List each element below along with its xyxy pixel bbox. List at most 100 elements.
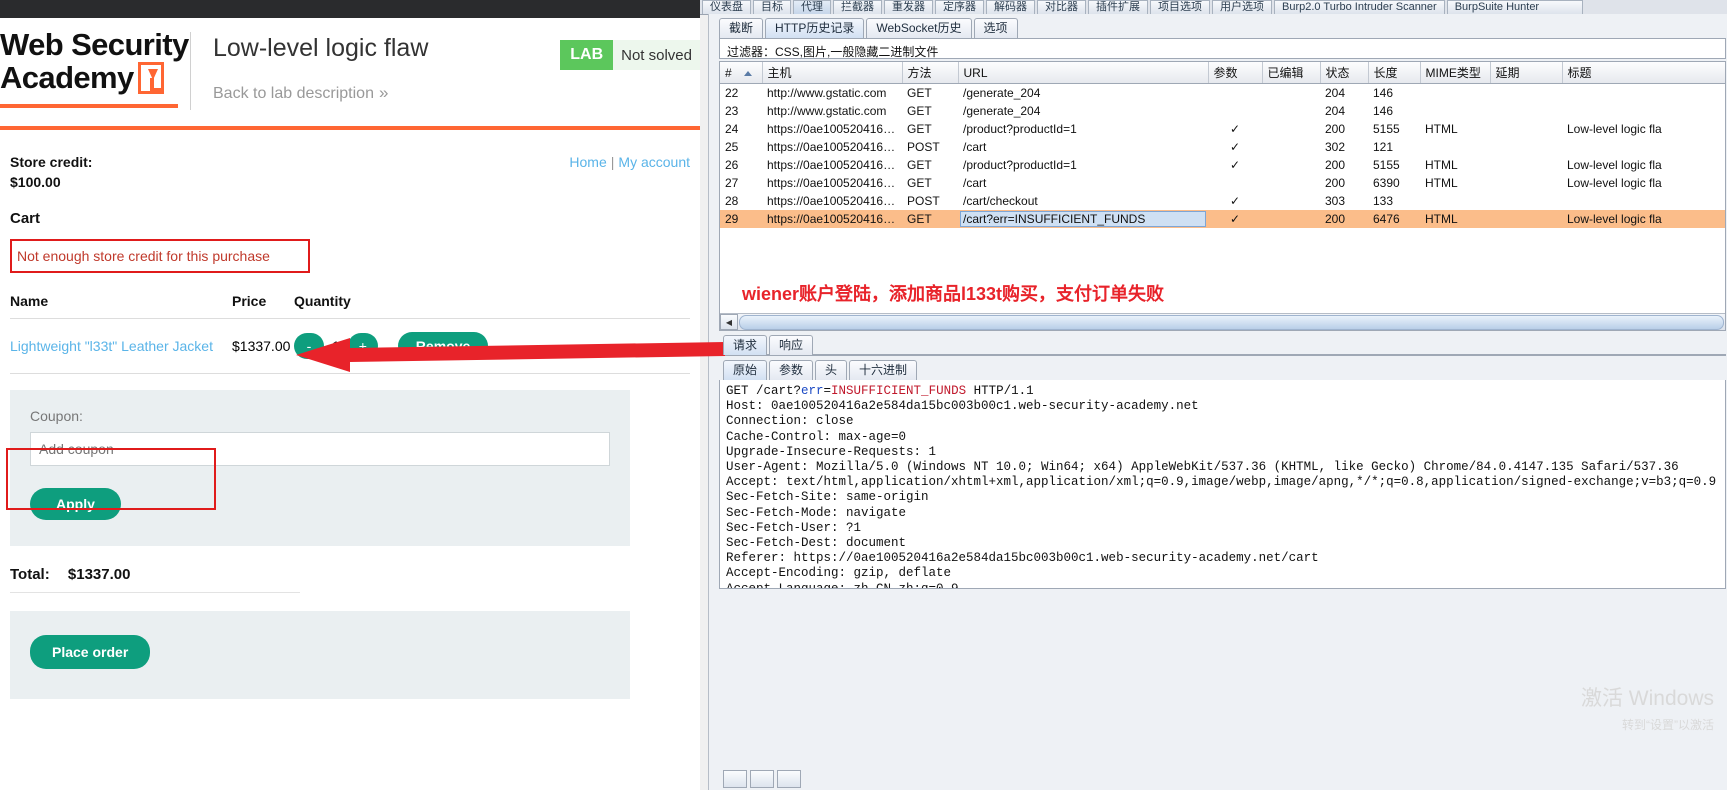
header-divider [190,32,191,110]
tab-http-history[interactable]: HTTP历史记录 [765,18,865,38]
cell-length: 121 [1373,140,1394,154]
burp-menu-tab-11[interactable]: Burp2.0 Turbo Intruder Scanner [1274,0,1445,14]
tab-intercept[interactable]: 截断 [719,18,764,38]
burp-menu-tab-12[interactable]: BurpSuite Hunter [1446,0,1583,14]
cell-index: 24 [725,122,739,136]
burp-menu-tab-9[interactable]: 项目选项 [1150,0,1210,14]
cell-extension [1490,84,1562,103]
cell-title: Low-level logic fla [1562,210,1725,228]
total-value: $1337.00 [67,566,131,583]
burp-menu-tab-2[interactable]: 代理 [793,0,831,14]
nav-home-link[interactable]: Home [569,154,606,170]
tab-request[interactable]: 请求 [723,335,768,355]
cell-index: 28 [725,194,739,208]
cell-params [1208,174,1262,192]
coupon-input[interactable] [30,432,610,466]
cell-method: GET [907,122,932,136]
proxy-subtabs: 截断 HTTP历史记录 WebSocket历史 选项 [709,14,1727,38]
cell-status: 302 [1325,140,1346,154]
table-row[interactable]: 29https://0ae100520416a2e58...GET/cart?e… [720,210,1725,228]
quantity-increase-button[interactable]: + [347,333,378,359]
quantity-decrease-button[interactable]: - [294,333,324,359]
proxy-panel: 截断 HTTP历史记录 WebSocket历史 选项 过滤器：CSS,图片,一般… [708,14,1727,790]
place-order-button[interactable]: Place order [30,635,151,669]
web-security-academy-logo[interactable]: Web Security Academy [0,28,189,108]
table-row[interactable]: 22 http://www.gstatic.com GET/generate_204… [720,84,1725,103]
cell-host: https://0ae100520416a2e58... [762,210,902,228]
cell-method: POST [907,194,940,208]
burp-menu-tab-4[interactable]: 重发器 [884,0,933,14]
column-header-host[interactable]: 主机 [762,62,903,84]
request-line: GET /cart?err=INSUFFICIENT_FUNDS HTTP/1.… [726,384,1034,398]
remove-item-button[interactable]: Remove [397,332,489,360]
table-row[interactable]: 25 https://0ae100520416a2e58... POST/cart ✓… [720,138,1725,156]
horizontal-scrollbar[interactable]: ◀ [720,313,1725,330]
cell-mime [1420,84,1490,103]
cart-table-header-row: Name Price Quantity [10,293,690,319]
column-header-params[interactable]: 参数 [1208,62,1263,84]
column-header-index[interactable]: # [720,62,763,84]
burp-menu-tab-1[interactable]: 目标 [753,0,791,14]
raw-request-text[interactable]: GET /cart?err=INSUFFICIENT_FUNDS HTTP/1.… [719,380,1726,589]
tab-hex[interactable]: 十六进制 [849,360,918,380]
cell-extension [1490,138,1562,156]
cell-mime: HTML [1425,122,1458,136]
tab-raw[interactable]: 原始 [723,360,768,380]
tab-response[interactable]: 响应 [769,335,814,355]
cell-extension [1490,210,1562,228]
lightning-bolt-icon [137,61,164,94]
cell-method: GET [907,104,932,118]
cell-title [1562,138,1725,156]
column-header-mime-type[interactable]: MIME类型 [1420,62,1491,84]
tab-options[interactable]: 选项 [973,18,1018,38]
next-button-icon[interactable] [750,770,774,788]
view-mode-tabs: 原始 参数 头 十六进制 [719,356,1726,380]
http-history-table: # 主机 方法 URL 参数 已编辑 状态 长度 MIME类型 延期 标题 22… [720,62,1725,228]
cell-host: https://0ae100520416a2e58... [767,158,902,172]
search-button-icon[interactable] [723,770,747,788]
column-header-status[interactable]: 状态 [1320,62,1369,84]
cart-item-quantity-cell: - 1 + Remove [294,318,690,374]
cell-edited [1262,156,1320,174]
back-to-lab-description-link[interactable]: Back to lab description» [213,83,700,103]
column-header-title[interactable]: 标题 [1562,62,1725,84]
product-link[interactable]: Lightweight "l33t" Leather Jacket [10,338,213,354]
column-header-length[interactable]: 长度 [1368,62,1421,84]
table-row[interactable]: 28 https://0ae100520416a2e58... POST/cart/… [720,192,1725,210]
cell-edited [1262,210,1320,228]
table-row[interactable]: 24 https://0ae100520416a2e58... GET/produc… [720,120,1725,138]
burp-menu-tab-8[interactable]: 插件扩展 [1088,0,1148,14]
cell-length: 5155 [1373,122,1400,136]
burp-menu-tab-6[interactable]: 解码器 [986,0,1035,14]
table-row[interactable]: 27 https://0ae100520416a2e58... GET/cart 20… [720,174,1725,192]
watermark-line-1: 激活 Windows [1580,687,1714,710]
column-header-edited[interactable]: 已编辑 [1262,62,1321,84]
scrollbar-thumb[interactable] [739,314,1724,330]
cell-host: https://0ae100520416a2e58... [767,194,902,208]
nav-my-account-link[interactable]: My account [618,154,690,170]
cell-length: 6476 [1368,210,1420,228]
burp-menu-tab-0[interactable]: 仪表盘 [702,0,751,14]
status-badge: Not solved [613,40,700,70]
tab-websocket-history[interactable]: WebSocket历史 [866,18,972,38]
tab-headers[interactable]: 头 [815,360,848,380]
column-header-url[interactable]: URL [958,62,1209,84]
apply-coupon-button[interactable]: Apply [30,488,121,520]
tab-params[interactable]: 参数 [769,360,814,380]
burp-menu-tab-3[interactable]: 拦截器 [833,0,882,14]
cell-params [1208,84,1262,103]
column-header-method[interactable]: 方法 [902,62,959,84]
burp-menu-tab-10[interactable]: 用户选项 [1212,0,1272,14]
cell-edited [1262,102,1320,120]
cell-index: 22 [725,86,739,100]
filter-bar[interactable]: 过滤器：CSS,图片,一般隐藏二进制文件 [719,38,1726,59]
lab-status-widget: LAB Not solved [560,40,700,70]
table-row[interactable]: 23 http://www.gstatic.com GET/generate_204… [720,102,1725,120]
previous-button-icon[interactable] [777,770,801,788]
table-row[interactable]: 26 https://0ae100520416a2e58... GET/produc… [720,156,1725,174]
logo-line-2-text: Academy [0,60,134,95]
column-header-extension[interactable]: 延期 [1490,62,1563,84]
scroll-left-icon[interactable]: ◀ [720,314,738,330]
burp-menu-tab-5[interactable]: 定序器 [935,0,984,14]
burp-menu-tab-7[interactable]: 对比器 [1037,0,1086,14]
